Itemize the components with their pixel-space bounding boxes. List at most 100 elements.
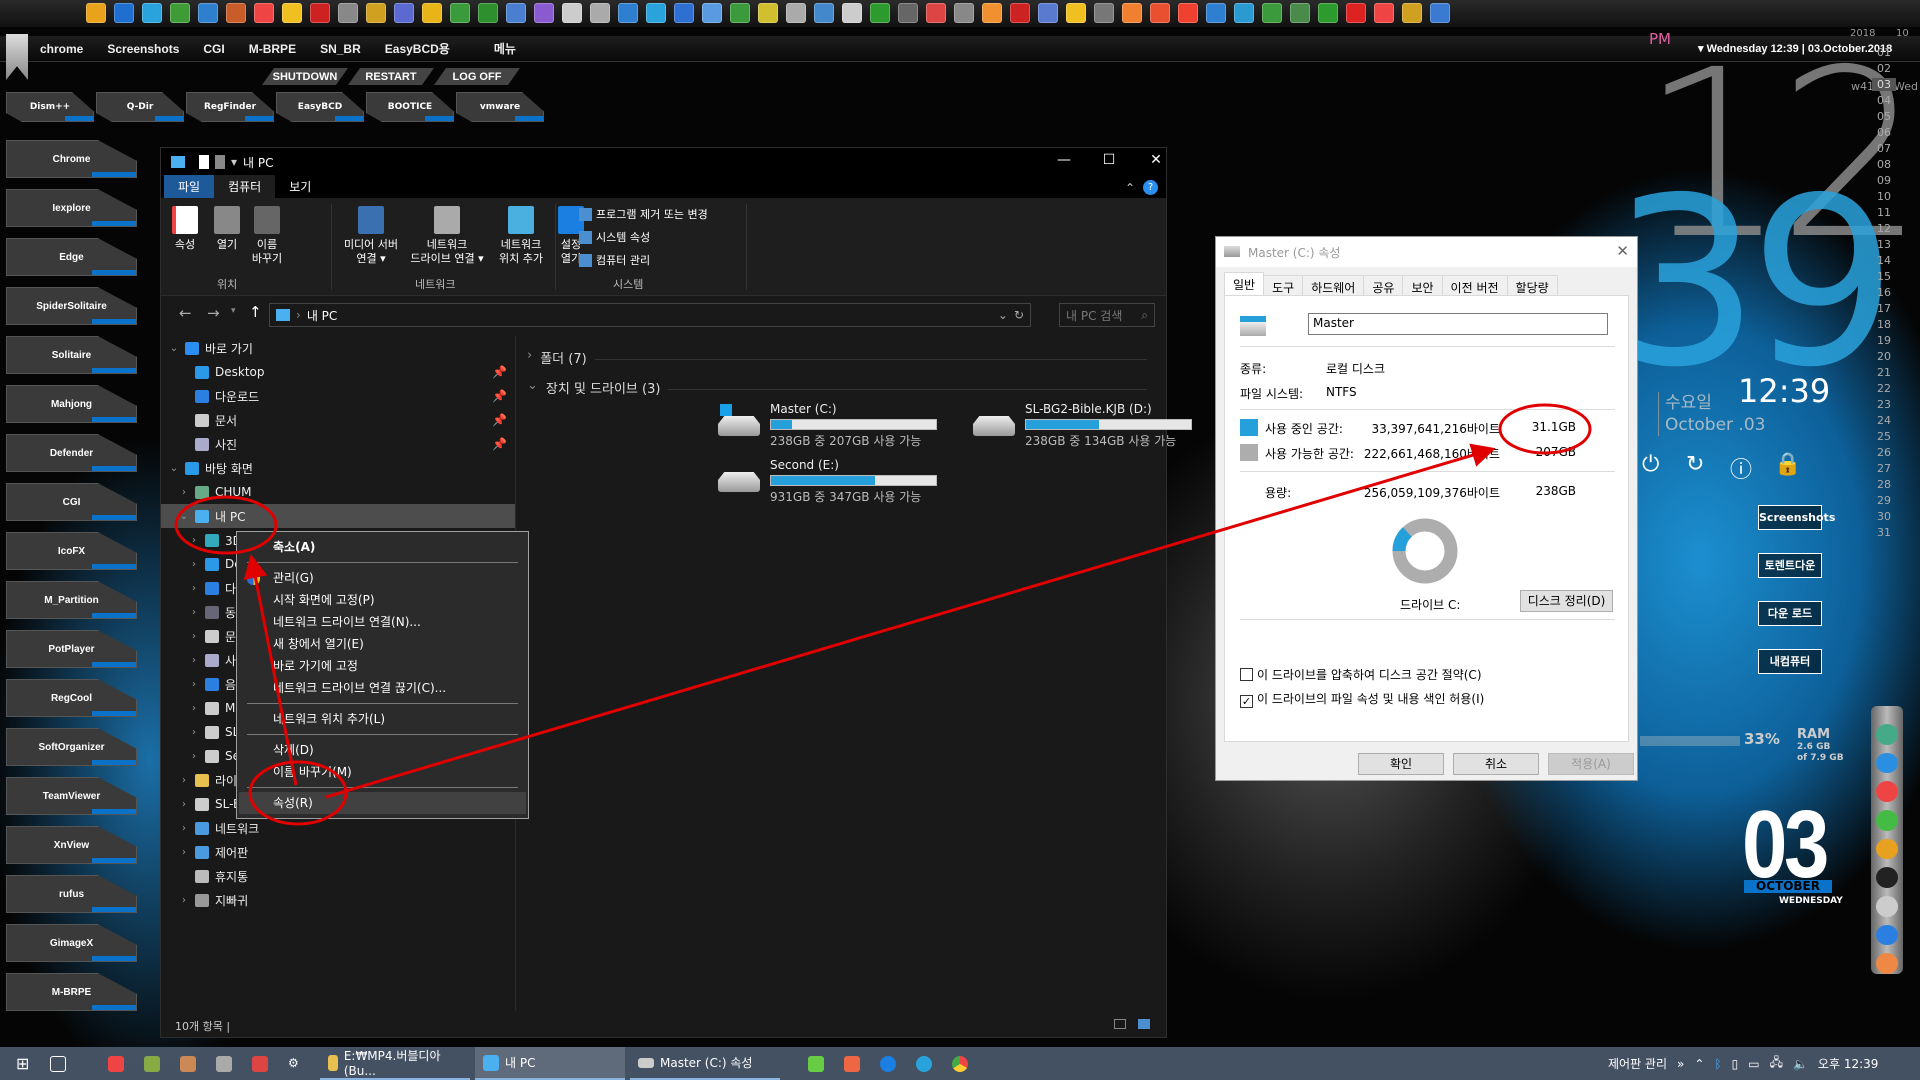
map-network-drive-button[interactable]: 네트워크 드라이브 연결 ▾ [406, 206, 488, 266]
chevron-right-icon[interactable]: › [187, 559, 201, 570]
chevron-down-icon[interactable]: ⌄ [177, 511, 191, 522]
sidebar-item[interactable]: CGI [6, 483, 137, 521]
chevron-down-icon[interactable]: ⌄ [167, 343, 181, 354]
power-icon-3[interactable]: 🔒 [1774, 452, 1801, 477]
power-icon-2[interactable]: ⓘ [1730, 452, 1752, 484]
power-icon-0[interactable]: ⏻ [1642, 452, 1659, 477]
app-icon[interactable] [180, 1055, 196, 1072]
sidebar-item[interactable]: Defender [6, 434, 137, 472]
tree-item[interactable]: › CHUM [161, 480, 515, 504]
desktop-button[interactable]: 내컴퓨터 [1758, 649, 1822, 674]
help-icon[interactable]: ? [1143, 180, 1158, 195]
search-input[interactable]: 내 PC 검색 ⌕ [1059, 303, 1155, 327]
dock-app-icon[interactable] [1876, 953, 1898, 975]
app-icon[interactable] [618, 3, 638, 23]
compress-checkbox[interactable]: 이 드라이브를 압축하여 디스크 공간 절약(C) [1240, 666, 1482, 683]
app-icon[interactable] [674, 3, 694, 23]
dock-app-icon[interactable] [1876, 810, 1898, 831]
app-icon[interactable] [808, 1055, 824, 1072]
menu-item[interactable]: SN_BR [320, 42, 361, 56]
tree-item[interactable]: 휴지통 [161, 864, 515, 888]
back-button[interactable]: ← [179, 304, 192, 322]
app-icon[interactable] [86, 3, 106, 23]
sidebar-item[interactable]: PotPlayer [6, 630, 137, 668]
app-icon[interactable] [366, 3, 386, 23]
chevron-right-icon[interactable]: › [187, 583, 201, 594]
menu-item[interactable]: 속성(R) [239, 792, 526, 814]
chevron-right-icon[interactable]: › [177, 847, 191, 858]
tab-file[interactable]: 파일 [164, 175, 215, 198]
system-properties-button[interactable]: 시스템 속성 [579, 229, 650, 245]
shortcut-1[interactable]: Q-Dir [96, 92, 184, 122]
shortcut-5[interactable]: vmware [456, 92, 544, 122]
app-icon[interactable] [1178, 3, 1198, 23]
app-icon[interactable] [252, 1055, 268, 1072]
sidebar-item[interactable]: Solitaire [6, 336, 137, 374]
app-icon[interactable] [646, 3, 666, 23]
menu-item[interactable]: chrome [40, 42, 83, 56]
chevron-right-icon[interactable]: › [177, 895, 191, 906]
tab-computer[interactable]: 컴퓨터 [214, 175, 276, 198]
dialog-tab[interactable]: 일반 [1224, 272, 1265, 295]
task-folder[interactable]: E:₩MP4.버블디아(Bu... [320, 1047, 470, 1080]
tree-item[interactable]: 사진 📌 [161, 432, 515, 456]
tree-item[interactable]: ⌄ 바로 가기 [161, 336, 515, 360]
power-icon-1[interactable]: ↻ [1686, 452, 1704, 477]
sidebar-item[interactable]: Edge [6, 238, 137, 276]
pin-icon[interactable]: 📌 [492, 437, 507, 451]
collapse-ribbon-icon[interactable]: ⌃ [1125, 181, 1135, 195]
app-icon[interactable] [450, 3, 470, 23]
sidebar-item[interactable]: M_Partition [6, 581, 137, 619]
task-properties[interactable]: Master (C:) 속성 [630, 1047, 780, 1080]
sidebar-item[interactable]: Mahjong [6, 385, 137, 423]
menu-item[interactable]: 삭제(D) [239, 739, 526, 761]
disk-cleanup-button[interactable]: 디스크 정리(D) [1520, 590, 1613, 612]
new-folder-quick-icon[interactable] [215, 155, 225, 169]
shutdown-button[interactable]: SHUTDOWN [262, 68, 348, 85]
chevron-right-icon[interactable]: › [187, 607, 201, 618]
tab-view[interactable]: 보기 [275, 175, 325, 198]
menu-item[interactable]: 이름 바꾸기(M) [239, 761, 526, 783]
menu-item[interactable]: 새 창에서 열기(E) [239, 633, 526, 655]
app-icon[interactable] [422, 3, 442, 23]
app-icon[interactable] [926, 3, 946, 23]
chevron-down-icon[interactable]: ⌄ [167, 463, 181, 474]
dock-app-icon[interactable] [1876, 867, 1898, 889]
app-icon[interactable] [870, 3, 890, 23]
chevron-right-icon[interactable]: › [187, 751, 201, 762]
up-button[interactable]: ↑ [249, 303, 262, 321]
app-icon[interactable] [1010, 3, 1030, 23]
chevron-right-icon[interactable]: › [187, 631, 201, 642]
address-bar[interactable]: › 내 PC ⌄ ↻ [269, 303, 1031, 327]
app-icon[interactable] [1374, 3, 1394, 23]
app-icon[interactable] [144, 1055, 160, 1072]
checkbox[interactable]: ✓ [1240, 695, 1253, 708]
app-icon[interactable] [842, 3, 862, 23]
app-icon[interactable] [1234, 3, 1254, 23]
menu-item[interactable]: CGI [203, 42, 224, 56]
add-network-location-button[interactable]: 네트워크 위치 추가 [491, 206, 551, 266]
drive-item[interactable]: SL-BG2-Bible.KJB (D:) 238GB 중 134GB 사용 가능 [973, 402, 1192, 449]
battery-icon[interactable]: ▭ [1748, 1057, 1759, 1071]
edge-icon[interactable] [880, 1055, 896, 1072]
app-icon[interactable] [216, 1055, 232, 1072]
drive-item[interactable]: Second (E:) 931GB 중 347GB 사용 가능 [718, 458, 937, 505]
app-icon[interactable] [226, 3, 246, 23]
app-icon[interactable] [982, 3, 1002, 23]
app-icon[interactable] [534, 3, 554, 23]
dialog-tab[interactable]: 도구 [1263, 275, 1304, 295]
sidebar-item[interactable]: Chrome [6, 140, 137, 178]
dock-app-icon[interactable] [1876, 896, 1898, 917]
restart-button[interactable]: RESTART [348, 68, 434, 85]
app-icon[interactable] [1262, 3, 1282, 23]
desktop-button[interactable]: 다운 로드 [1758, 601, 1822, 626]
dialog-tab[interactable]: 보안 [1402, 275, 1443, 295]
app-icon[interactable] [506, 3, 526, 23]
bluetooth-icon[interactable]: ᛒ [1714, 1057, 1721, 1071]
chevron-right-icon[interactable]: › [177, 799, 191, 810]
chevron-right-icon[interactable]: › [187, 727, 201, 738]
address-dropdown-icon[interactable]: ⌄ [998, 308, 1008, 322]
sidebar-item[interactable]: SpiderSolitaire [6, 287, 137, 325]
media-server-button[interactable]: 미디어 서버 연결 ▾ [336, 206, 406, 266]
menu-item[interactable]: 네트워크 드라이브 연결 끊기(C)... [239, 677, 526, 699]
